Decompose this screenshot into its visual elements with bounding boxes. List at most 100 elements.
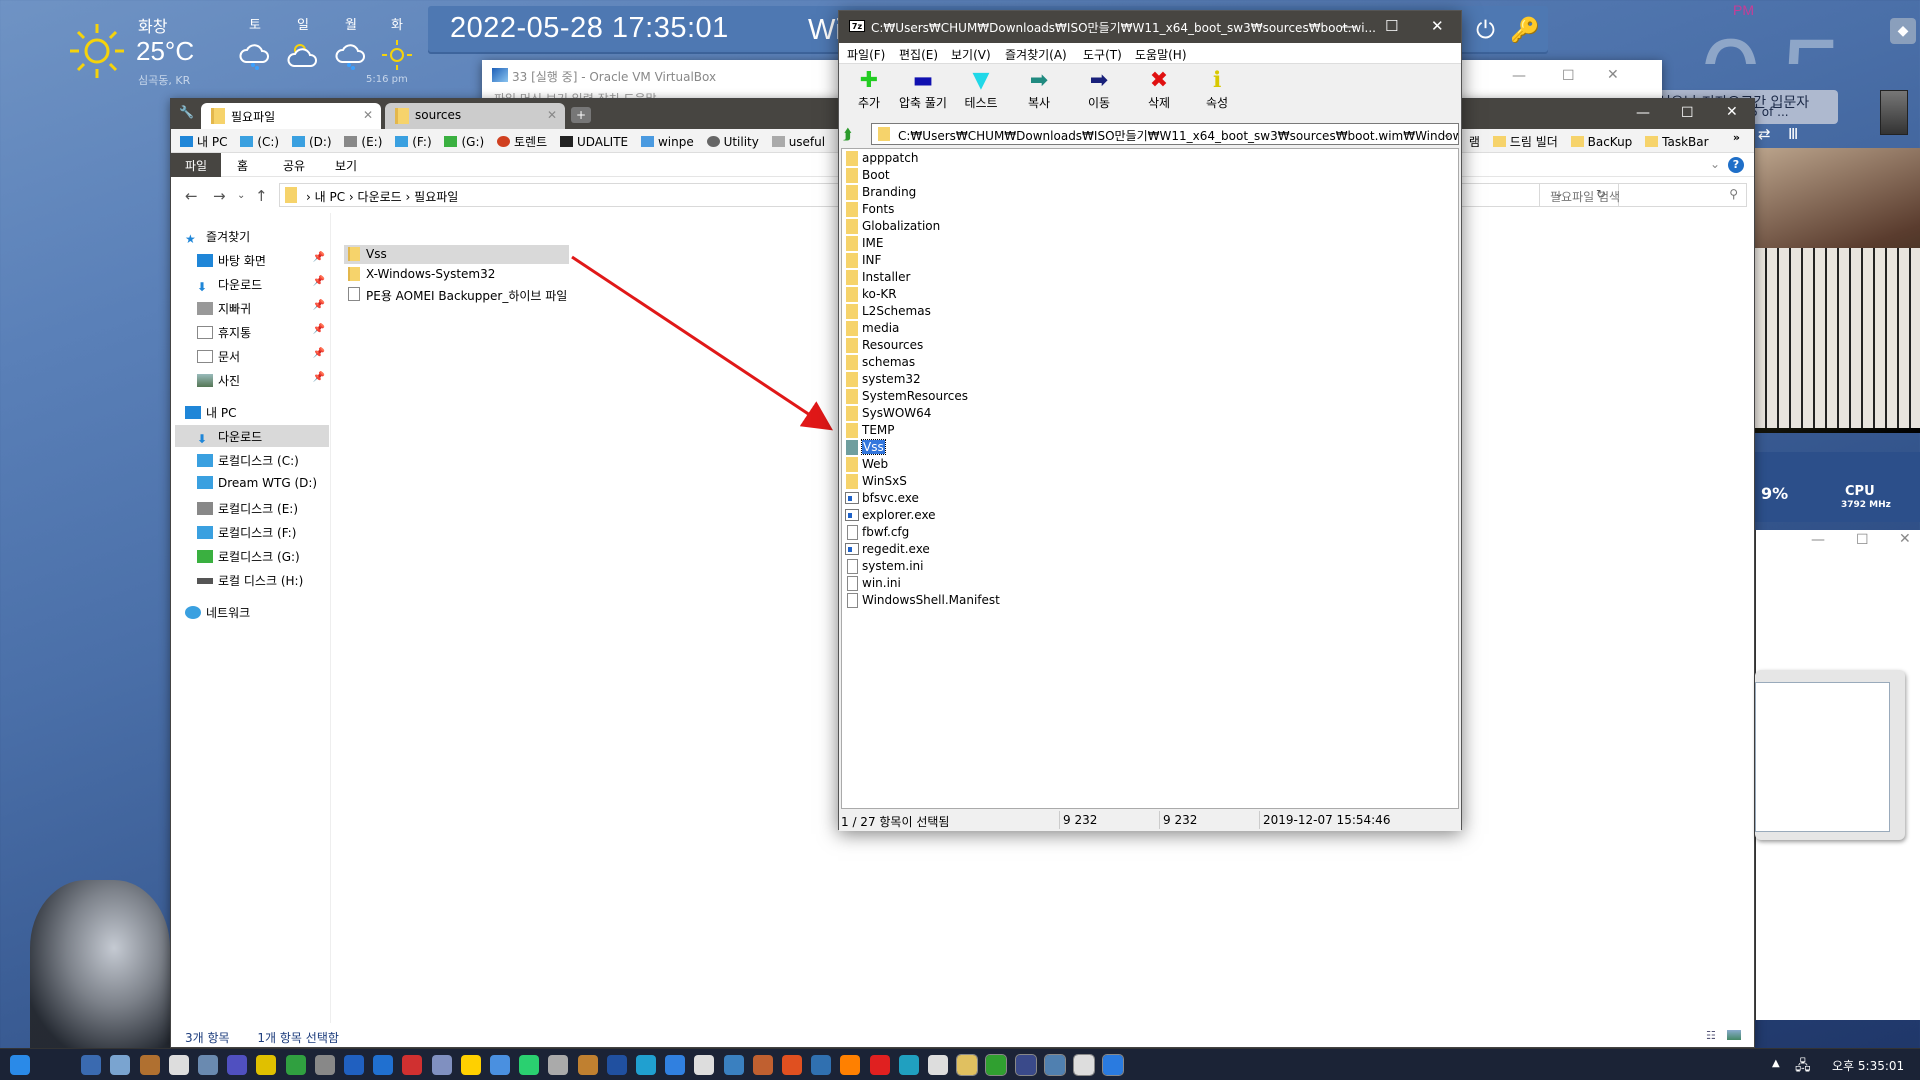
- archive-item[interactable]: Vss: [844, 439, 886, 456]
- app8-taskbar-icon[interactable]: [285, 1055, 306, 1075]
- archive-item[interactable]: bfsvc.exe: [844, 490, 919, 507]
- network-icon[interactable]: 🖧: [1795, 1055, 1811, 1079]
- test-button[interactable]: ▼ 테스트: [953, 68, 1009, 111]
- fav-item[interactable]: UDALITE: [559, 135, 628, 149]
- archive-item[interactable]: Installer: [844, 269, 910, 286]
- archive-item[interactable]: Web: [844, 456, 888, 473]
- archive-item[interactable]: Globalization: [844, 218, 940, 235]
- nav-item[interactable]: 로컬디스크 (G:): [197, 545, 347, 567]
- tray-clock[interactable]: 오후 5:35:01: [1832, 1057, 1904, 1074]
- app16-taskbar-icon[interactable]: [519, 1055, 540, 1075]
- more-favorites-icon[interactable]: »: [1733, 131, 1740, 144]
- archive-item[interactable]: IME: [844, 235, 883, 252]
- maximize-button[interactable]: ☐: [1856, 532, 1869, 548]
- nav-item[interactable]: 로컬디스크 (E:): [197, 497, 347, 519]
- app20-taskbar-icon[interactable]: [636, 1055, 656, 1075]
- archive-item[interactable]: Fonts: [844, 201, 894, 218]
- 7zip-taskbar-icon[interactable]: [1102, 1054, 1125, 1076]
- app25-taskbar-icon[interactable]: [782, 1055, 802, 1075]
- app1-taskbar-icon[interactable]: [81, 1055, 102, 1075]
- fav-item[interactable]: 내 PC: [180, 133, 227, 150]
- app9-taskbar-icon[interactable]: [314, 1055, 335, 1075]
- search-input[interactable]: 필요파일 검색 ⚲: [1539, 183, 1747, 207]
- app2-taskbar-icon[interactable]: [110, 1055, 131, 1075]
- app24-taskbar-icon[interactable]: [752, 1055, 773, 1075]
- close-button[interactable]: ✕: [1899, 531, 1911, 547]
- help-icon[interactable]: ?: [1728, 157, 1744, 173]
- utorrent-taskbar-icon[interactable]: [1014, 1054, 1037, 1076]
- large-icons-view-icon[interactable]: [1727, 1030, 1741, 1040]
- fav-item[interactable]: Utility: [706, 135, 759, 149]
- minimize-button[interactable]: —: [1636, 105, 1650, 121]
- close-tab-icon[interactable]: ✕: [363, 108, 373, 122]
- app22-taskbar-icon[interactable]: [694, 1055, 715, 1075]
- archive-item[interactable]: win.ini: [844, 575, 901, 592]
- archive-item[interactable]: Resources: [844, 337, 923, 354]
- playlist-icon[interactable]: Ⅲ: [1788, 125, 1798, 143]
- breadcrumb-item[interactable]: 필요파일: [414, 190, 458, 204]
- menu-tools[interactable]: 도구(T): [1083, 46, 1122, 63]
- app5-taskbar-icon[interactable]: [198, 1055, 218, 1075]
- title-bar[interactable]: 7z C:₩Users₩CHUM₩Downloads₩ISO만들기₩W11_x6…: [839, 11, 1461, 43]
- fav-item[interactable]: useful: [771, 135, 825, 149]
- nav-quick-access[interactable]: ★ 즐겨찾기: [185, 225, 335, 247]
- close-button[interactable]: ✕: [1726, 104, 1738, 120]
- minimize-button[interactable]: —: [1811, 532, 1825, 548]
- tab-필요파일[interactable]: 필요파일 ✕: [201, 103, 381, 129]
- app14-taskbar-icon[interactable]: [460, 1055, 481, 1075]
- app21-taskbar-icon[interactable]: [665, 1055, 686, 1075]
- recent-dropdown[interactable]: ⌄: [237, 190, 245, 201]
- archive-item[interactable]: INF: [844, 252, 881, 269]
- nav-item[interactable]: ⬇ 다운로드: [175, 425, 329, 447]
- close-tab-icon[interactable]: ✕: [547, 108, 557, 122]
- app17-taskbar-icon[interactable]: [548, 1055, 569, 1075]
- fav-item[interactable]: (F:): [395, 135, 432, 149]
- info-button[interactable]: ℹ 속성: [1189, 68, 1245, 111]
- menu-help[interactable]: 도움말(H): [1135, 46, 1187, 63]
- nav-item[interactable]: 휴지통 📌: [197, 321, 331, 343]
- ribbon-tab-home[interactable]: 홈: [223, 153, 262, 177]
- archive-item[interactable]: explorer.exe: [844, 507, 936, 524]
- eraser-icon[interactable]: ◆: [1890, 18, 1916, 44]
- firefox-taskbar-icon[interactable]: [869, 1055, 890, 1075]
- menu-view[interactable]: 보기(V): [951, 46, 991, 63]
- nav-item[interactable]: Dream WTG (D:): [197, 473, 347, 495]
- app18-taskbar-icon[interactable]: [577, 1055, 598, 1075]
- nav-item[interactable]: 로컬 디스크 (H:): [197, 569, 347, 591]
- archive-item[interactable]: Branding: [844, 184, 916, 201]
- file-row[interactable]: X-Windows-System32: [344, 265, 569, 284]
- move-button[interactable]: ➡ 이동: [1071, 68, 1127, 111]
- copy-button[interactable]: ➡ 복사: [1011, 68, 1067, 111]
- fav-item[interactable]: (D:): [291, 135, 332, 149]
- archive-item[interactable]: system32: [844, 371, 921, 388]
- archive-item[interactable]: ko-KR: [844, 286, 897, 303]
- delete-button[interactable]: ✖ 삭제: [1131, 68, 1187, 111]
- maximize-button[interactable]: ☐: [1681, 105, 1694, 121]
- chevron-down-icon[interactable]: ⌄: [1710, 157, 1720, 171]
- app12-taskbar-icon[interactable]: [402, 1055, 423, 1075]
- breadcrumb-item[interactable]: 내 PC: [315, 190, 345, 204]
- power-icon[interactable]: ⏻: [1476, 16, 1495, 44]
- archive-item[interactable]: regedit.exe: [844, 541, 930, 558]
- minimize-button[interactable]: —: [1341, 17, 1356, 35]
- archive-item[interactable]: schemas: [844, 354, 915, 371]
- app10-taskbar-icon[interactable]: [344, 1055, 364, 1075]
- kakaotalk-taskbar-icon[interactable]: [490, 1055, 510, 1075]
- app27-taskbar-icon[interactable]: [840, 1055, 861, 1075]
- archive-item[interactable]: L2Schemas: [844, 303, 931, 320]
- path-input[interactable]: C:₩Users₩CHUM₩Downloads₩ISO만들기₩W11_x64_b…: [871, 123, 1459, 145]
- nav-item[interactable]: 바탕 화면 📌: [197, 249, 331, 271]
- virtualbox-taskbar-icon[interactable]: [1073, 1054, 1095, 1076]
- menu-edit[interactable]: 편집(E): [899, 46, 938, 63]
- nav-item[interactable]: 로컬디스크 (F:): [197, 521, 347, 543]
- close-button[interactable]: ✕: [1607, 67, 1619, 83]
- app7-taskbar-icon[interactable]: [256, 1055, 277, 1075]
- archive-item[interactable]: Boot: [844, 167, 890, 184]
- opera-taskbar-icon[interactable]: [898, 1055, 919, 1075]
- app31-taskbar-icon[interactable]: [956, 1054, 979, 1076]
- menu-favorites[interactable]: 즐겨찾기(A): [1005, 46, 1067, 63]
- archive-item[interactable]: system.ini: [844, 558, 923, 575]
- file-row[interactable]: Vss: [344, 245, 569, 264]
- maximize-button[interactable]: ☐: [1562, 68, 1575, 84]
- archive-item[interactable]: WindowsShell.Manifest: [844, 592, 1000, 609]
